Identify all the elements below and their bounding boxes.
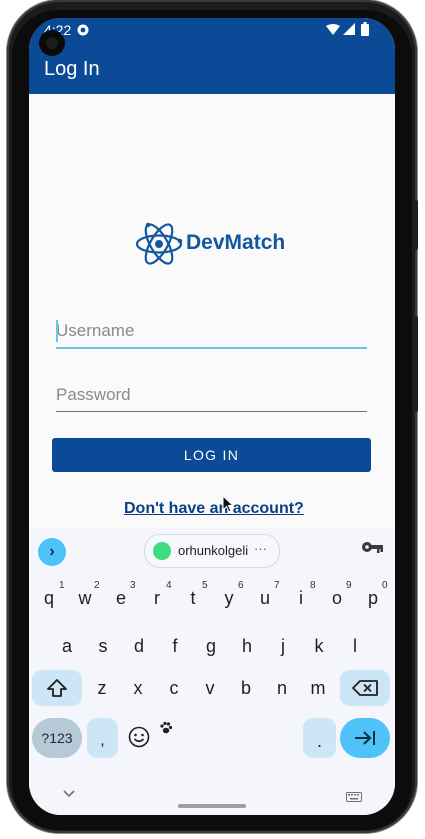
gesture-nav-handle[interactable] xyxy=(178,804,246,808)
key-hint: 6 xyxy=(238,580,244,591)
phone-screen: 4:22 Log In DevMatch Username LOG IN Don… xyxy=(29,18,395,815)
key-hint: 5 xyxy=(202,580,208,591)
more-icon: ··· xyxy=(254,541,267,556)
notification-icon xyxy=(77,24,89,36)
backspace-key[interactable] xyxy=(340,670,390,706)
key-hint: 0 xyxy=(382,580,388,591)
chevron-down-icon[interactable] xyxy=(63,790,75,798)
key-h[interactable]: h xyxy=(232,628,262,664)
key-hint: 8 xyxy=(310,580,316,591)
volume-button xyxy=(413,316,418,412)
keyboard-switch-icon[interactable] xyxy=(346,792,362,802)
key-d[interactable]: d xyxy=(124,628,154,664)
shift-key[interactable] xyxy=(32,670,82,706)
autofill-suggestion-chip[interactable]: orhunkolgeli ··· xyxy=(144,534,280,568)
key-hint: 2 xyxy=(94,580,100,591)
key-b[interactable]: b xyxy=(231,670,261,706)
paw-icon[interactable] xyxy=(159,721,173,735)
key-hint: 1 xyxy=(59,580,65,591)
key-v[interactable]: v xyxy=(195,670,225,706)
shift-icon xyxy=(47,679,67,697)
suggestion-label: orhunkolgeli xyxy=(178,543,249,558)
atom-logo-icon xyxy=(135,222,183,265)
period-key[interactable]: . xyxy=(303,718,336,758)
signup-link[interactable]: Don't have an account? xyxy=(124,500,304,518)
username-input[interactable] xyxy=(56,315,367,347)
key-c[interactable]: c xyxy=(159,670,189,706)
tab-next-icon xyxy=(355,731,375,745)
mouse-pointer-icon xyxy=(222,495,234,513)
keyboard-expand-button[interactable]: › xyxy=(38,538,66,566)
key-s[interactable]: s xyxy=(88,628,118,664)
password-input[interactable] xyxy=(56,379,367,411)
key-hint: 9 xyxy=(346,580,352,591)
soft-keyboard: › orhunkolgeli ··· q w e r t y u i o p 1… xyxy=(29,528,395,815)
username-field[interactable] xyxy=(56,315,367,349)
wifi-icon xyxy=(326,24,340,35)
text-cursor xyxy=(56,320,58,342)
key-j[interactable]: j xyxy=(268,628,298,664)
battery-icon xyxy=(361,22,369,36)
power-button xyxy=(413,200,418,250)
key-a[interactable]: a xyxy=(52,628,82,664)
front-camera xyxy=(39,30,65,56)
comma-key[interactable]: , xyxy=(87,718,118,758)
key-hint: 4 xyxy=(166,580,172,591)
camera-lens xyxy=(46,37,58,49)
key-k[interactable]: k xyxy=(304,628,334,664)
key-n[interactable]: n xyxy=(267,670,297,706)
key-m[interactable]: m xyxy=(303,670,333,706)
key-z[interactable]: z xyxy=(87,670,117,706)
symbols-key[interactable]: ?123 xyxy=(32,718,82,758)
backspace-icon xyxy=(352,680,378,696)
key-g[interactable]: g xyxy=(196,628,226,664)
enter-key[interactable] xyxy=(340,718,390,758)
login-button[interactable]: LOG IN xyxy=(52,438,371,472)
key-l[interactable]: l xyxy=(340,628,370,664)
key-hint: 3 xyxy=(130,580,136,591)
emoji-icon[interactable] xyxy=(128,726,150,748)
android-icon xyxy=(153,542,171,560)
password-field[interactable] xyxy=(56,379,367,412)
app-bar: 4:22 Log In xyxy=(29,18,395,94)
key-f[interactable]: f xyxy=(160,628,190,664)
key-x[interactable]: x xyxy=(123,670,153,706)
logo-text: DevMatch xyxy=(186,231,286,254)
key-hint: 7 xyxy=(274,580,280,591)
app-bar-title: Log In xyxy=(44,58,100,80)
password-key-icon[interactable] xyxy=(361,541,383,553)
signal-icon xyxy=(343,23,355,35)
